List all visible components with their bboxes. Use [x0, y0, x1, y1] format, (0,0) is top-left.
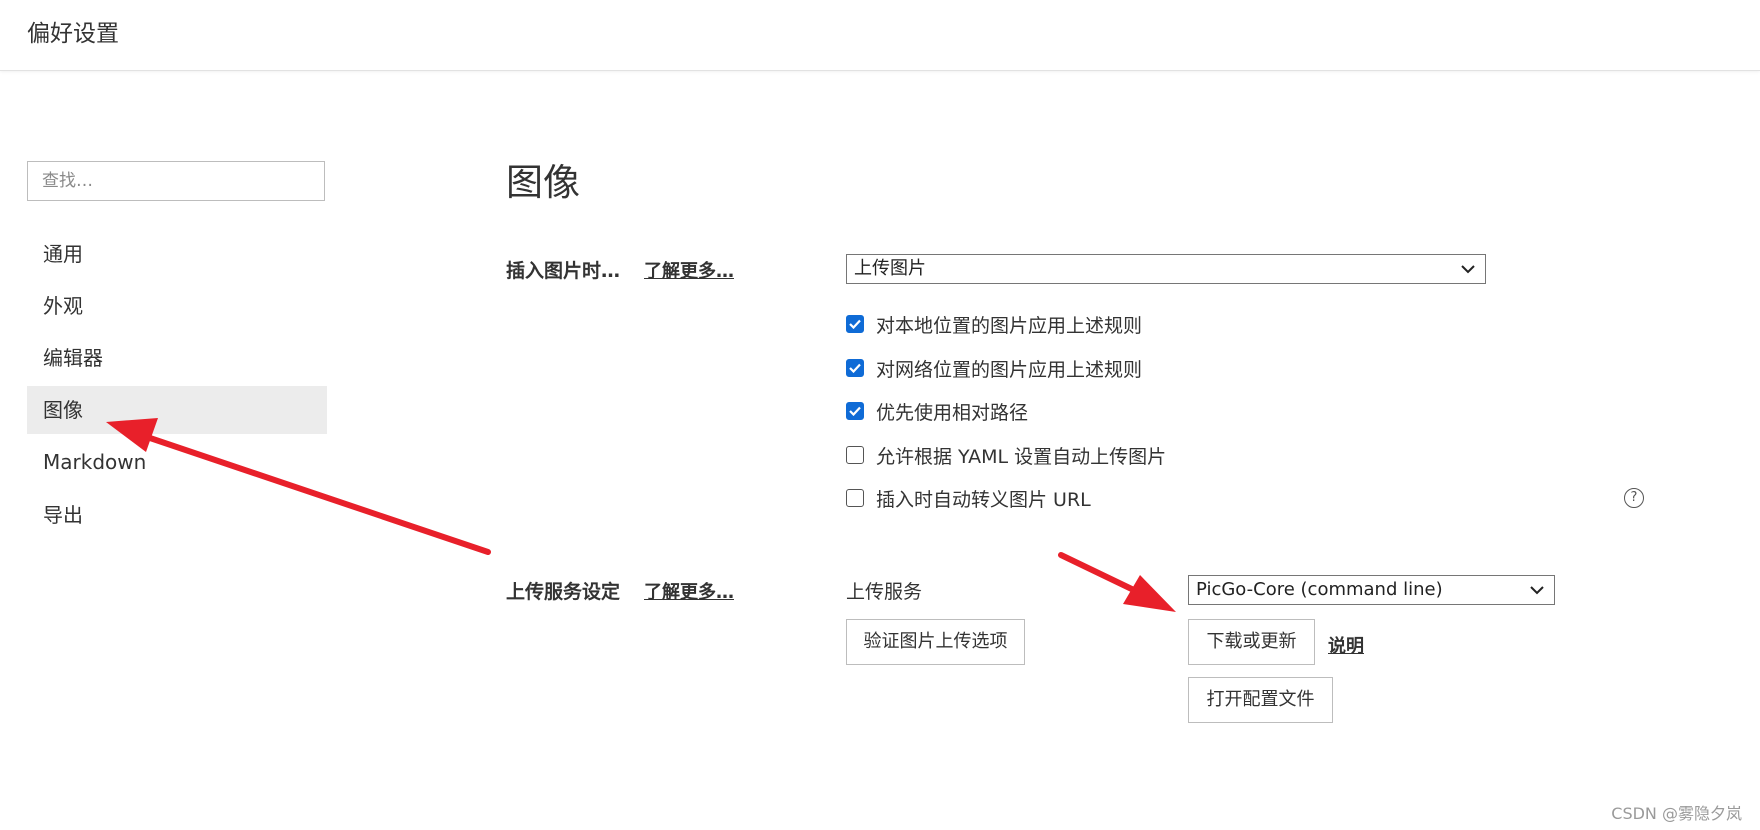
explain-link[interactable]: 说明: [1328, 632, 1364, 658]
upload-service-value: PicGo-Core (command line): [1196, 579, 1443, 600]
insert-learn-more-link[interactable]: 了解更多…: [644, 257, 734, 283]
checkbox[interactable]: [846, 489, 864, 507]
sidebar-item-label: Markdown: [43, 450, 147, 474]
option-network-images[interactable]: 对网络位置的图片应用上述规则: [846, 354, 1142, 382]
sidebar-search[interactable]: [27, 161, 325, 201]
checkbox[interactable]: [846, 315, 864, 333]
checkmark-icon: [849, 319, 861, 329]
checkmark-icon: [849, 406, 861, 416]
chevron-down-icon: [1530, 586, 1544, 595]
download-update-button[interactable]: 下载或更新: [1188, 619, 1315, 665]
sidebar-item-label: 通用: [43, 242, 83, 266]
option-relative-path[interactable]: 优先使用相对路径: [846, 397, 1028, 425]
sidebar-item-export[interactable]: 导出: [27, 491, 327, 539]
insert-image-label: 插入图片时…: [506, 260, 621, 282]
checkbox-label: 对网络位置的图片应用上述规则: [876, 358, 1143, 381]
sidebar-item-label: 图像: [43, 398, 83, 422]
option-yaml-auto-upload[interactable]: 允许根据 YAML 设置自动上传图片: [846, 441, 1166, 469]
insert-action-value: 上传图片: [854, 258, 926, 279]
checkbox-label: 允许根据 YAML 设置自动上传图片: [876, 445, 1167, 468]
open-config-button[interactable]: 打开配置文件: [1188, 677, 1333, 723]
upload-learn-more-link[interactable]: 了解更多…: [644, 578, 734, 604]
upload-service-select[interactable]: PicGo-Core (command line): [1188, 575, 1555, 605]
upload-service-label: 上传服务: [846, 581, 923, 603]
page-title: 图像: [506, 161, 580, 204]
question-circle-icon[interactable]: ?: [1624, 488, 1644, 508]
arrow-to-upload-service: [1058, 552, 1176, 612]
sidebar-item-appearance[interactable]: 外观: [27, 282, 327, 330]
checkbox-label: 插入时自动转义图片 URL: [876, 488, 1091, 511]
option-escape-url[interactable]: 插入时自动转义图片 URL: [846, 484, 1091, 512]
insert-action-select[interactable]: 上传图片: [846, 254, 1486, 284]
checkbox[interactable]: [846, 446, 864, 464]
chevron-down-icon: [1461, 265, 1475, 274]
checkmark-icon: [849, 363, 861, 373]
option-local-images[interactable]: 对本地位置的图片应用上述规则: [846, 310, 1142, 338]
sidebar-item-markdown[interactable]: Markdown: [27, 438, 327, 486]
verify-upload-button[interactable]: 验证图片上传选项: [846, 619, 1025, 665]
sidebar-item-label: 导出: [43, 503, 83, 527]
search-input[interactable]: [28, 162, 324, 200]
sidebar-item-editor[interactable]: 编辑器: [27, 334, 327, 382]
upload-service-settings-label: 上传服务设定: [506, 581, 621, 603]
sidebar-item-label: 编辑器: [43, 346, 103, 370]
watermark: CSDN @雾隐夕岚: [1611, 804, 1742, 823]
titlebar: 偏好设置: [0, 0, 1760, 71]
sidebar-item-image[interactable]: 图像: [27, 386, 327, 434]
sidebar-item-general[interactable]: 通用: [27, 230, 327, 278]
window-title: 偏好设置: [27, 21, 119, 47]
sidebar-item-label: 外观: [43, 294, 83, 318]
checkbox[interactable]: [846, 402, 864, 420]
checkbox-label: 优先使用相对路径: [876, 401, 1029, 424]
checkbox-label: 对本地位置的图片应用上述规则: [876, 314, 1143, 337]
checkbox[interactable]: [846, 359, 864, 377]
